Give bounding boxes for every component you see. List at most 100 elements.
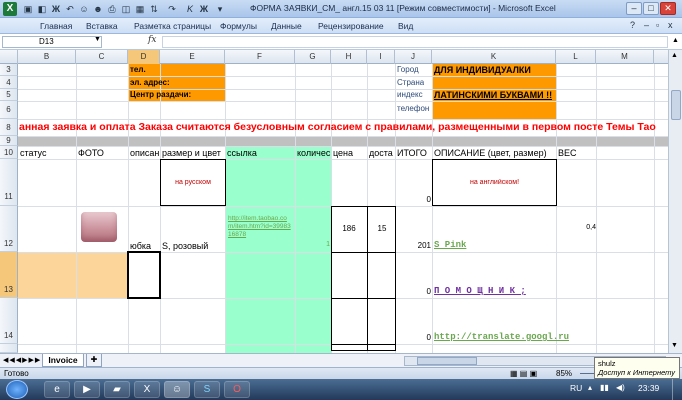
show-desktop-button[interactable] <box>672 379 682 400</box>
select-all-corner[interactable] <box>0 50 18 64</box>
tab-data[interactable]: Данные <box>271 21 302 31</box>
smiley2-icon[interactable]: ☻ <box>92 3 104 15</box>
italic-icon[interactable]: K <box>184 3 196 15</box>
fx-icon[interactable]: fx <box>148 35 156 45</box>
skype-icon[interactable]: S <box>194 381 220 398</box>
col-header-l[interactable]: L <box>556 50 596 64</box>
col-header-f[interactable]: F <box>225 50 295 64</box>
row-header-3[interactable]: 3 <box>0 64 18 76</box>
sheet-tab-invoice[interactable]: Invoice <box>42 354 84 367</box>
preview-icon[interactable]: ◫ <box>120 3 132 15</box>
worksheet-grid[interactable]: 3 4 5 6 8 9 10 11 12 13 14 тел. эл. адре… <box>0 64 682 353</box>
ie-icon[interactable]: e <box>44 381 70 398</box>
help-icon[interactable]: ? <box>630 20 635 30</box>
row-header-5[interactable]: 5 <box>0 89 18 101</box>
media-player-icon[interactable]: ▶ <box>74 381 100 398</box>
skirt-photo[interactable] <box>81 212 117 242</box>
sort-icon[interactable]: ⇅ <box>148 3 160 15</box>
name-box[interactable]: D13 <box>2 36 102 48</box>
row-header-9[interactable]: 9 <box>0 136 18 146</box>
bold-icon[interactable]: Ж <box>50 3 62 15</box>
rules-banner: анная заявка и оплата Заказа считаются б… <box>19 121 656 133</box>
gridline <box>295 64 296 353</box>
insert-sheet-icon[interactable]: ✚ <box>86 354 102 367</box>
print-icon[interactable]: ⎙ <box>106 3 118 15</box>
ribbon-close-icon[interactable]: x <box>668 20 673 30</box>
tab-formulas[interactable]: Формулы <box>220 21 257 31</box>
minimize-icon[interactable]: – <box>626 2 642 15</box>
column-headers: B C D E F G H I J K L M <box>0 50 682 64</box>
col-header-h[interactable]: H <box>331 50 367 64</box>
scroll-up-icon[interactable]: ▲ <box>671 52 678 59</box>
clock[interactable]: 23:39 <box>638 383 659 393</box>
ribbon-restore-icon[interactable]: ▫ <box>656 20 659 30</box>
tab-view[interactable]: Вид <box>398 21 413 31</box>
row-header-11[interactable]: 11 <box>0 159 18 206</box>
name-box-dropdown-icon[interactable]: ▼ <box>94 36 101 43</box>
start-button[interactable] <box>6 380 28 399</box>
gridline <box>18 159 682 160</box>
active-cell-d13[interactable] <box>127 251 161 299</box>
explorer-icon[interactable]: ▰ <box>104 381 130 398</box>
zoom-level[interactable]: 85% <box>556 369 572 378</box>
bold2-icon[interactable]: Ж <box>198 3 210 15</box>
col-header-j[interactable]: J <box>395 50 432 64</box>
excel-taskbar-icon[interactable]: X <box>134 381 160 398</box>
sheet-nav-icons[interactable]: ◀◀◀▶▶▶ <box>3 356 41 364</box>
gridline <box>18 119 682 120</box>
row-header-8[interactable]: 8 <box>0 119 18 136</box>
language-indicator[interactable]: RU <box>570 383 582 393</box>
col-header-m[interactable]: M <box>596 50 654 64</box>
tab-page-layout[interactable]: Разметка страницы <box>134 21 211 31</box>
col-header-g[interactable]: G <box>295 50 331 64</box>
network-tooltip: shulz Доступ к Интернету <box>594 357 680 379</box>
col-header-k[interactable]: K <box>432 50 556 64</box>
helper-link[interactable]: П О М О Щ Н И К ; <box>434 286 556 296</box>
col-header-e[interactable]: E <box>160 50 225 64</box>
row-header-13[interactable]: 13 <box>0 252 18 298</box>
redo-icon[interactable]: ↷ <box>166 3 178 15</box>
view-buttons[interactable]: ▦ ▤ ▣ <box>510 369 537 378</box>
expand-formula-icon[interactable]: ▲ <box>672 37 679 44</box>
excel-app-icon[interactable]: X <box>3 2 17 16</box>
ribbon-minimize-icon[interactable]: – <box>644 20 649 30</box>
maximize-icon[interactable]: □ <box>643 2 659 15</box>
row-header-10[interactable]: 10 <box>0 146 18 159</box>
th-size-color: размер и цвет <box>162 148 221 158</box>
scroll-down-icon[interactable]: ▼ <box>671 342 678 349</box>
row-header-12[interactable]: 12 <box>0 206 18 252</box>
notice-line2: ЛАТИНСКИМИ БУКВАМИ !! <box>434 90 553 100</box>
formula-input[interactable] <box>162 36 668 48</box>
col-header-b[interactable]: B <box>18 50 76 64</box>
translate-link[interactable]: http://translate.googl.ru <box>434 332 584 342</box>
smiley-app-icon[interactable]: ☺ <box>164 381 190 398</box>
tab-home[interactable]: Главная <box>40 21 72 31</box>
row-header-14[interactable]: 14 <box>0 298 18 344</box>
col-header-d[interactable]: D <box>128 50 160 64</box>
close-icon[interactable]: ✕ <box>660 2 676 15</box>
table-icon[interactable]: ▦ <box>134 3 146 15</box>
smiley-icon[interactable]: ☺ <box>78 3 90 15</box>
opera-icon[interactable]: O <box>224 381 250 398</box>
customize-qat-icon[interactable]: ▾ <box>214 3 226 15</box>
col-header-i[interactable]: I <box>367 50 395 64</box>
box-rule <box>367 206 368 351</box>
volume-icon[interactable]: ◀) <box>616 383 625 392</box>
tab-insert[interactable]: Вставка <box>86 21 118 31</box>
row11-total: 0 <box>426 195 431 204</box>
row-header-15[interactable] <box>0 344 18 353</box>
scroll-thumb[interactable] <box>671 90 681 120</box>
undo-icon[interactable]: ↶ <box>64 3 76 15</box>
row-header-6[interactable]: 6 <box>0 101 18 119</box>
row12-link[interactable]: http://item.taobao.com/item.htm?id=39983… <box>228 215 294 239</box>
th-total: ИТОГО <box>397 148 427 158</box>
tab-review[interactable]: Рецензирование <box>318 21 384 31</box>
vertical-scrollbar[interactable]: ▲ ▼ <box>668 50 682 353</box>
format-icon[interactable]: ◧ <box>36 3 48 15</box>
hscroll-thumb[interactable] <box>417 357 477 365</box>
network-icon[interactable]: ▮▮ <box>600 383 609 392</box>
row-header-4[interactable]: 4 <box>0 76 18 89</box>
tray-arrow-icon[interactable]: ▴ <box>588 383 592 392</box>
save-icon[interactable]: ▣ <box>22 3 34 15</box>
col-header-c[interactable]: C <box>76 50 128 64</box>
